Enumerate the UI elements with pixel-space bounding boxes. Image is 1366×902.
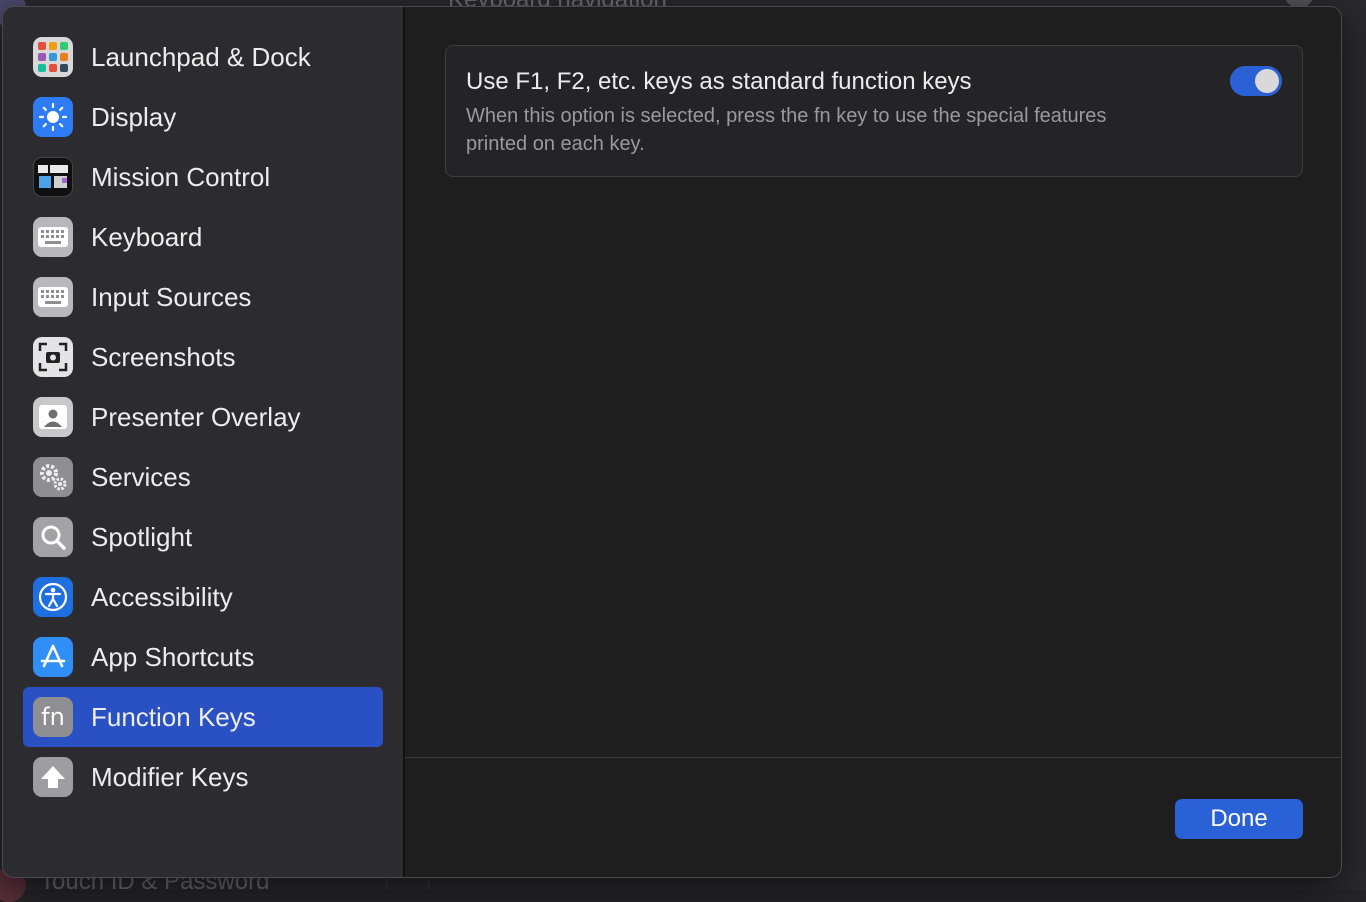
sidebar-item-services[interactable]: Services <box>23 447 383 507</box>
sidebar-item-modifier-keys[interactable]: Modifier Keys <box>23 747 383 807</box>
sidebar-item-mission-control[interactable]: Mission Control <box>23 147 383 207</box>
sidebar-item-launchpad-dock[interactable]: Launchpad & Dock <box>23 27 383 87</box>
sidebar-item-label: Keyboard <box>91 221 203 252</box>
sidebar-item-keyboard[interactable]: Keyboard <box>23 207 383 267</box>
function-keys-option: Use F1, F2, etc. keys as standard functi… <box>445 45 1303 177</box>
sidebar-item-spotlight[interactable]: Spotlight <box>23 507 383 567</box>
app-shortcuts-icon <box>33 637 73 677</box>
option-title: Use F1, F2, etc. keys as standard functi… <box>466 68 972 95</box>
mission-control-icon <box>33 157 73 197</box>
option-description: When this option is selected, press the … <box>466 105 1107 155</box>
sidebar-item-display[interactable]: Display <box>23 87 383 147</box>
sidebar-item-label: Modifier Keys <box>91 761 249 792</box>
presenter-overlay-icon <box>33 397 73 437</box>
keyboard-icon <box>33 217 73 257</box>
done-button[interactable]: Done <box>1175 799 1303 839</box>
sidebar-item-label: Screenshots <box>91 341 236 372</box>
sidebar-item-label: Presenter Overlay <box>91 401 301 432</box>
sidebar-item-label: Function Keys <box>91 701 256 732</box>
services-icon <box>33 457 73 497</box>
sidebar-item-label: Services <box>91 461 191 492</box>
screenshots-icon <box>33 337 73 377</box>
sidebar-item-input-sources[interactable]: Input Sources <box>23 267 383 327</box>
sheet-footer: Done <box>405 757 1341 877</box>
fn-glyph: fn <box>41 703 65 731</box>
input-sources-icon <box>33 277 73 317</box>
sidebar-item-function-keys[interactable]: fn Function Keys <box>23 687 383 747</box>
standard-function-keys-toggle[interactable] <box>1230 66 1282 96</box>
main-content: Use F1, F2, etc. keys as standard functi… <box>405 7 1341 757</box>
sidebar-item-label: Display <box>91 101 177 132</box>
accessibility-icon <box>33 577 73 617</box>
sidebar-item-accessibility[interactable]: Accessibility <box>23 567 383 627</box>
function-keys-icon: fn <box>33 697 73 737</box>
sidebar-item-label: Launchpad & Dock <box>91 41 311 72</box>
sidebar-item-app-shortcuts[interactable]: App Shortcuts <box>23 627 383 687</box>
keyboard-shortcuts-sheet: Launchpad & Dock Display Mission Control… <box>2 6 1342 878</box>
sidebar-item-label: App Shortcuts <box>91 641 255 672</box>
sidebar-item-presenter-overlay[interactable]: Presenter Overlay <box>23 387 383 447</box>
sidebar-item-label: Spotlight <box>91 521 193 552</box>
display-icon <box>33 97 73 137</box>
modifier-keys-icon <box>33 757 73 797</box>
sidebar-item-label: Accessibility <box>91 581 233 612</box>
sidebar-item-label: Input Sources <box>91 281 252 312</box>
sidebar: Launchpad & Dock Display Mission Control… <box>3 7 405 877</box>
toggle-knob <box>1255 69 1279 93</box>
spotlight-icon <box>33 517 73 557</box>
sidebar-item-label: Mission Control <box>91 161 271 192</box>
sidebar-item-screenshots[interactable]: Screenshots <box>23 327 383 387</box>
launchpad-icon <box>33 37 73 77</box>
